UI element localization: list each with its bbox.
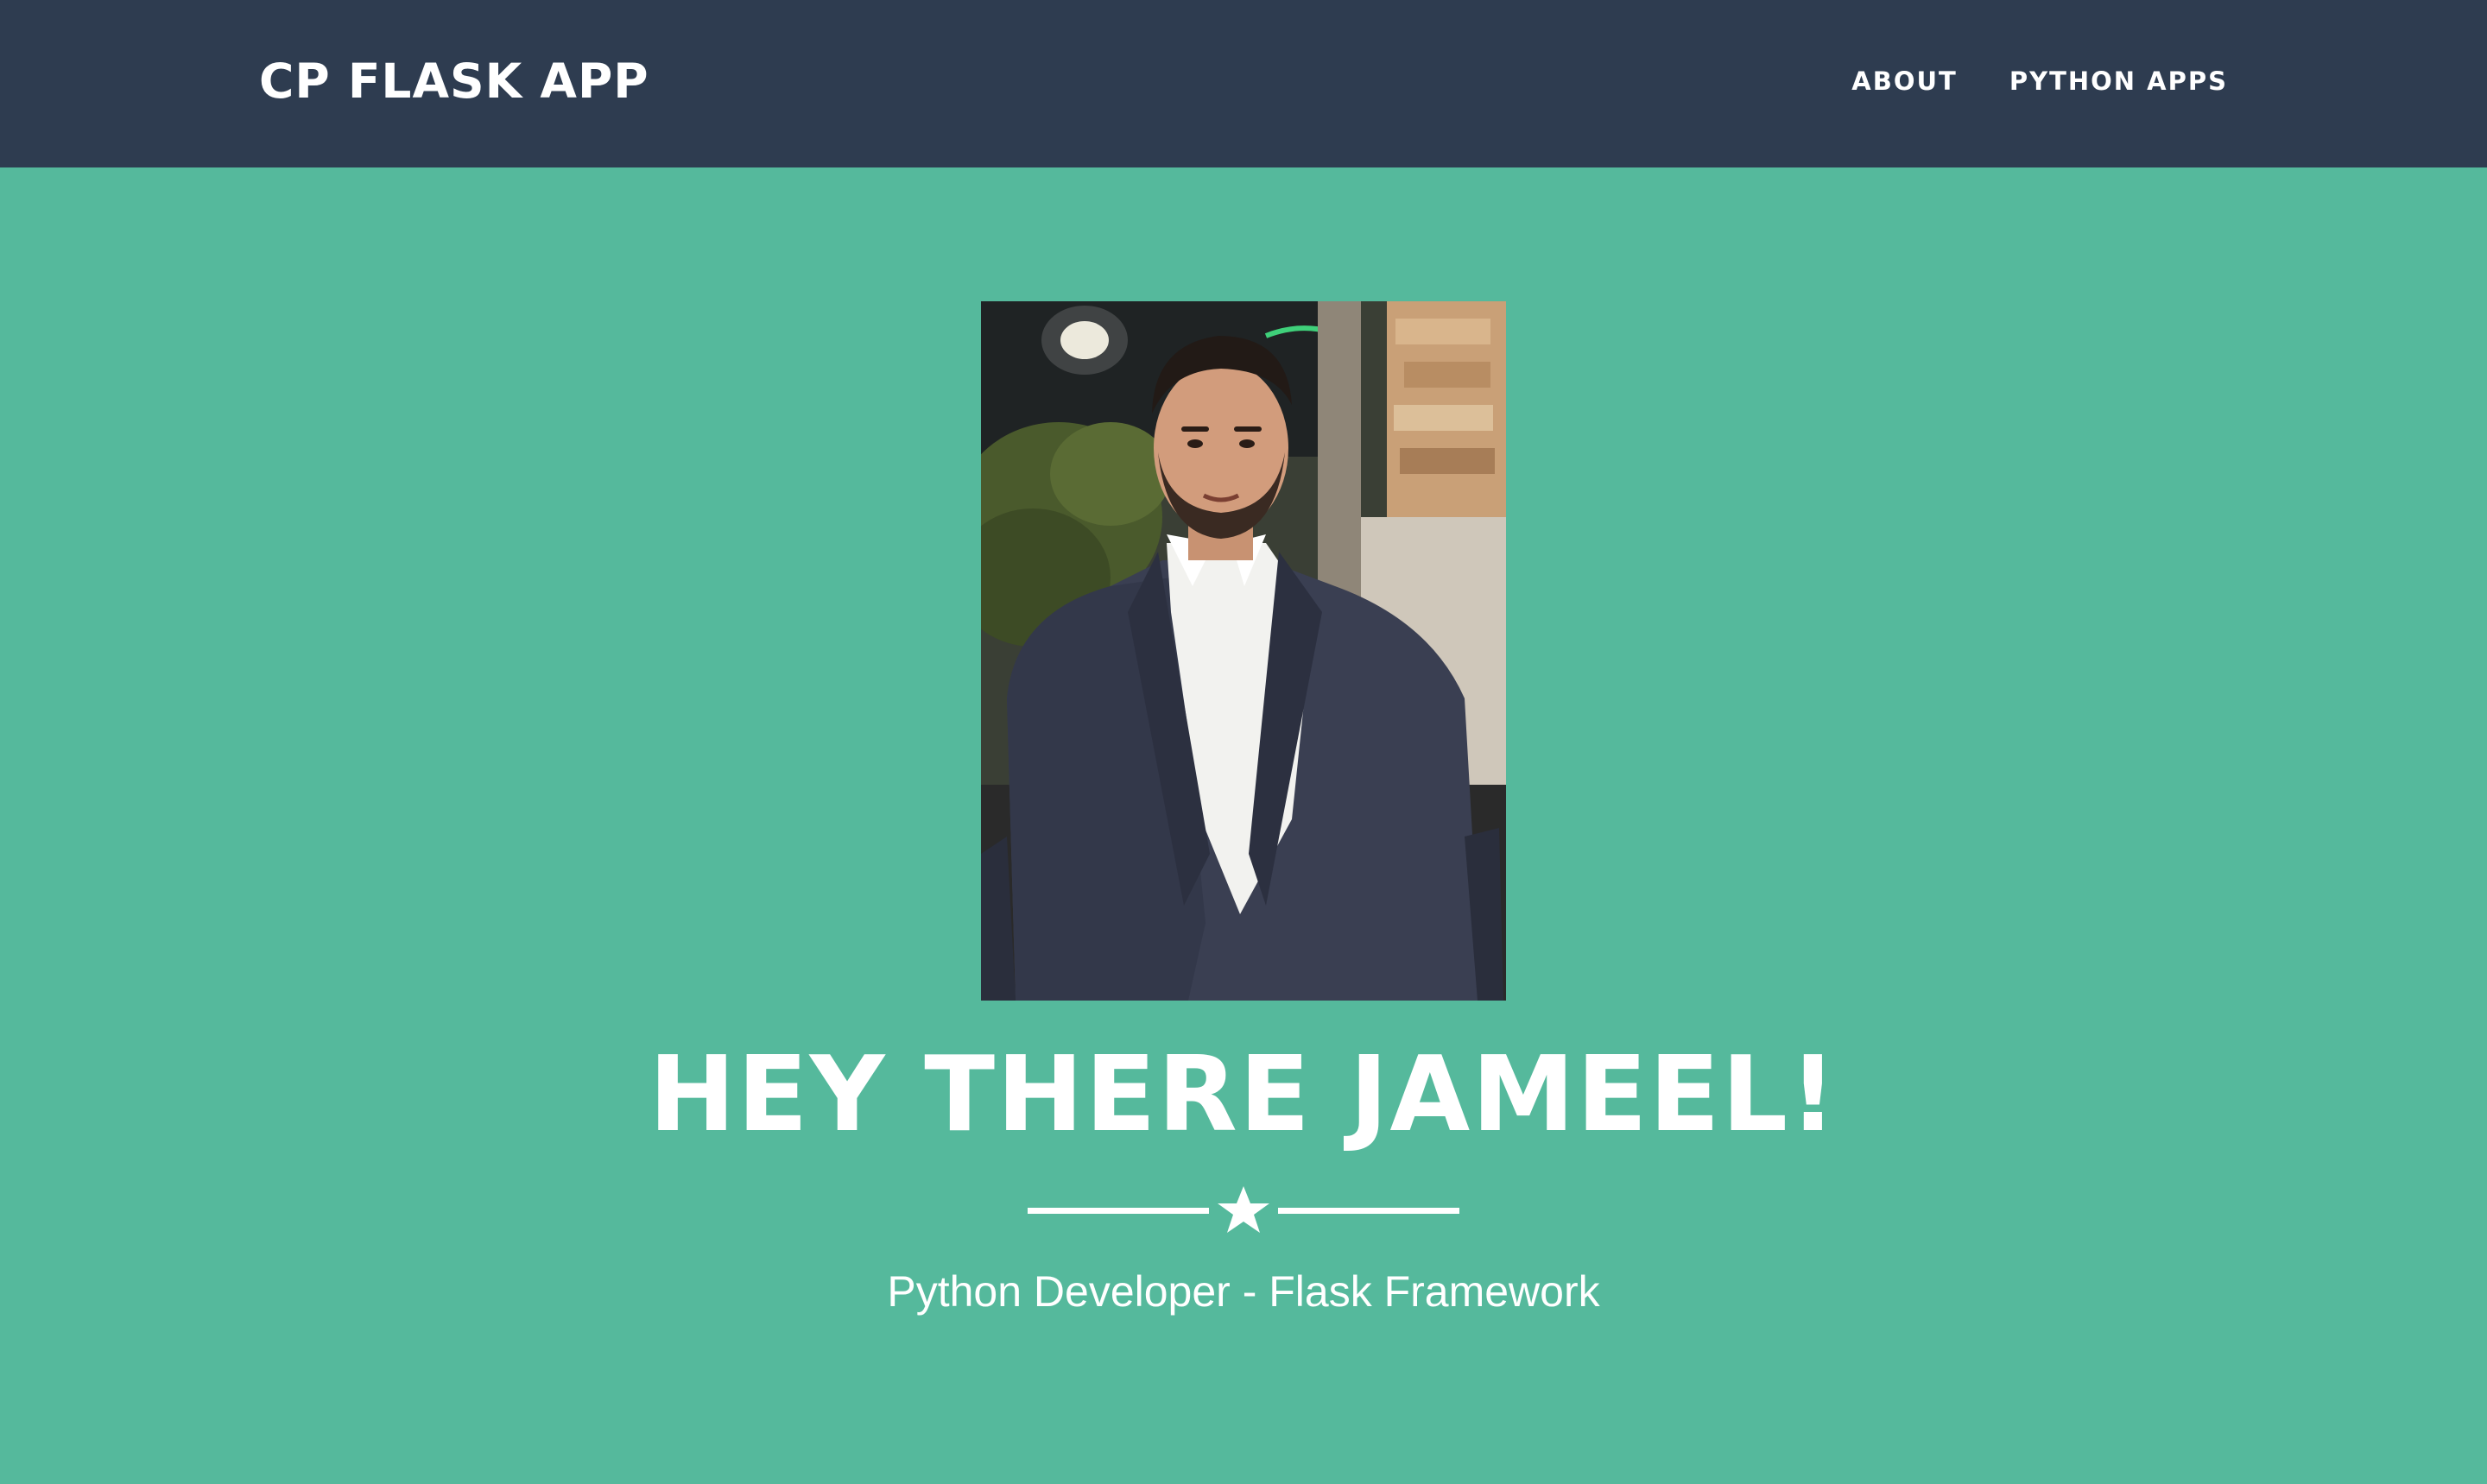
star-divider [1028,1184,1459,1236]
divider-line-left [1028,1208,1209,1214]
divider-line-right [1278,1208,1459,1214]
hero-section: HEY THERE JAMEEL! Python Developer - Fla… [0,167,2487,1484]
hero-title: HEY THERE JAMEEL! [649,1035,1838,1155]
navbar: CP FLASK APP ABOUT PYTHON APPS [0,0,2487,167]
hero-subtitle: Python Developer - Flask Framework [887,1267,1600,1316]
nav-links: ABOUT PYTHON APPS [1851,60,2228,102]
star-icon [1218,1186,1269,1233]
nav-link-about[interactable]: ABOUT [1851,60,1958,102]
profile-photo [981,301,1506,1001]
nav-link-python-apps[interactable]: PYTHON APPS [2009,60,2228,102]
brand-link[interactable]: CP FLASK APP [259,48,649,114]
